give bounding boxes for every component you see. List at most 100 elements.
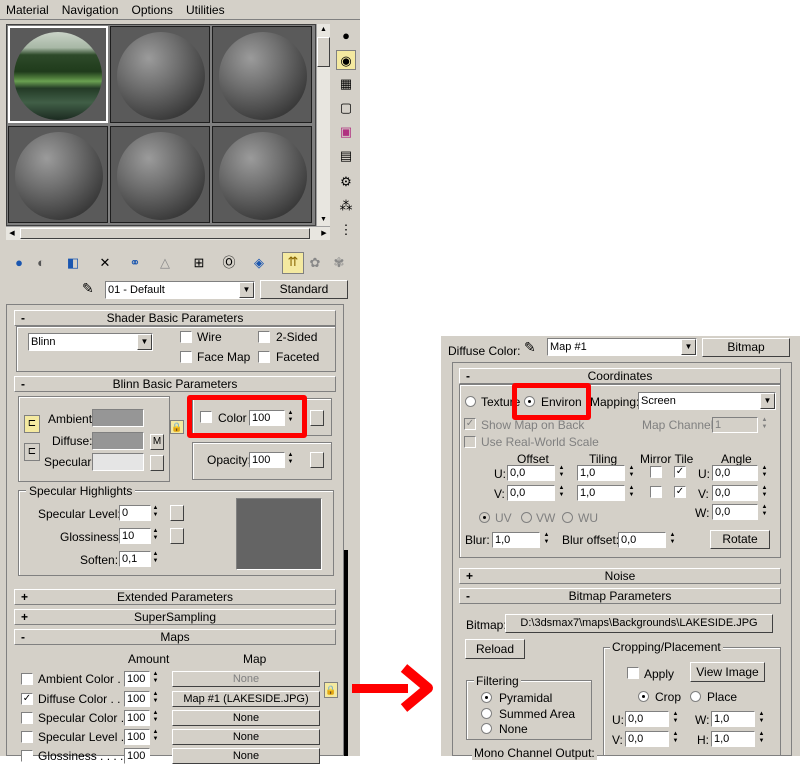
glossiness-map-button[interactable]: None [172,748,320,764]
specular-level-map-button[interactable] [170,505,184,521]
menu-material[interactable]: Material [0,0,53,17]
place-radio[interactable] [690,691,701,702]
sample-slot-5[interactable] [110,126,210,223]
crop-h-spinner[interactable]: ▲ ▼ [757,731,766,747]
specular-color-amount-spinner[interactable]: ▲ ▼ [151,710,160,726]
soften-spinner[interactable]: ▲ ▼ [151,551,160,567]
mirror-u-checkbox[interactable] [650,466,662,478]
specular-level-amount-spinner[interactable]: ▲ ▼ [151,729,160,745]
reload-button[interactable]: Reload [465,639,525,659]
angle-u-spinner[interactable]: ▲ ▼ [760,465,769,481]
specular-map-button[interactable] [150,455,164,471]
glossiness-map-checkbox[interactable] [21,750,33,762]
put-to-scene-icon[interactable]: ◐ [32,254,50,272]
offset-v-spinner[interactable]: ▲ ▼ [557,485,566,501]
maps-rollout-header[interactable]: - Maps [14,629,336,645]
apply-checkbox[interactable] [627,667,639,679]
angle-w-spinner[interactable]: ▲ ▼ [760,504,769,520]
lock-ambient-diffuse-icon[interactable]: ⊏ [24,415,40,433]
sample-slot-4[interactable] [8,126,108,223]
show-map-on-back-checkbox[interactable]: ✓ [464,418,476,430]
texture-radio[interactable] [465,396,476,407]
face-map-checkbox[interactable] [180,351,192,363]
scroll-up-arrow-icon[interactable]: ▲ [317,24,330,36]
reset-map-icon[interactable]: ✕ [96,254,114,272]
crop-u-value[interactable]: 0,0 [625,711,669,727]
blur-spinner[interactable]: ▲ ▼ [542,532,551,548]
sample-slot-6[interactable] [212,126,312,223]
ambient-map-button[interactable]: None [172,671,320,687]
specular-color-swatch[interactable] [92,453,144,471]
shader-basic-rollout-header[interactable]: - Shader Basic Parameters [14,310,336,326]
tiling-v-value[interactable]: 1,0 [577,485,625,501]
horizontal-scrollbar[interactable]: ◀ ▶ [6,226,330,240]
eyedropper-icon[interactable]: ✎ [82,280,94,297]
mapping-dropdown[interactable]: Screen ▼ [638,392,776,410]
crop-radio[interactable] [638,691,649,702]
opacity-value[interactable]: 100 [249,452,285,468]
lock-diffuse-specular-icon[interactable]: ⊏ [24,443,40,461]
map-type-button[interactable]: Bitmap [702,338,790,357]
opacity-spinner[interactable]: ▲ ▼ [286,452,295,468]
view-image-button[interactable]: View Image [690,662,765,682]
specular-level-map-checkbox[interactable] [21,731,33,743]
blur-offset-value[interactable]: 0,0 [618,532,666,548]
make-unique-icon[interactable]: ⚭ [126,254,144,272]
show-map-in-viewport-icon[interactable]: Ⓞ [220,254,238,272]
extended-parameters-rollout-header[interactable]: + Extended Parameters [14,589,336,605]
tiling-v-spinner[interactable]: ▲ ▼ [627,485,636,501]
tile-v-checkbox[interactable]: ✓ [674,486,686,498]
crop-h-value[interactable]: 1,0 [711,731,755,747]
options-icon[interactable]: ⚙ [336,172,356,192]
specular-level-map-slot-button[interactable]: None [172,729,320,745]
coordinates-rollout-header[interactable]: - Coordinates [459,368,781,384]
tile-u-checkbox[interactable]: ✓ [674,466,686,478]
chevron-down-icon[interactable]: ▼ [239,282,254,298]
assign-to-selection-icon[interactable]: ◧ [64,254,82,272]
backlight-icon[interactable]: ◉ [336,50,356,70]
background-checker-icon[interactable]: ▦ [336,74,356,94]
diffuse-amount-spinner[interactable]: ▲ ▼ [151,691,160,707]
glossiness-map-button[interactable] [170,528,184,544]
vertical-scrollbar[interactable]: ▲ ▼ [316,24,330,226]
tiling-u-value[interactable]: 1,0 [577,465,625,481]
mirror-v-checkbox[interactable] [650,486,662,498]
blinn-basic-rollout-header[interactable]: - Blinn Basic Parameters [14,376,336,392]
chevron-down-icon[interactable]: ▼ [681,339,696,355]
noise-rollout-header[interactable]: + Noise [459,568,781,584]
specular-level-spinner[interactable]: ▲ ▼ [151,505,160,521]
crop-v-spinner[interactable]: ▲ ▼ [671,731,680,747]
rollout-scrollbar[interactable] [344,550,348,756]
summed-area-radio[interactable] [481,708,492,719]
blur-value[interactable]: 1,0 [492,532,540,548]
diffuse-color-swatch[interactable] [92,432,144,450]
go-forward-sibling-icon[interactable]: ✿ [306,254,324,272]
self-illum-map-button[interactable] [310,410,324,426]
material-name-dropdown[interactable]: 01 - Default ▼ [105,281,255,299]
diffuse-map-button[interactable]: M [150,434,164,450]
angle-u-value[interactable]: 0,0 [712,465,758,481]
angle-w-value[interactable]: 0,0 [712,504,758,520]
eyedropper-icon[interactable]: ✎ [524,339,536,356]
none-radio[interactable] [481,723,492,734]
diffuse-map-slot-button[interactable]: Map #1 (LAKESIDE.JPG) [172,691,320,707]
supersampling-rollout-header[interactable]: + SuperSampling [14,609,336,625]
scroll-thumb[interactable] [317,37,330,67]
ambient-amount-spinner[interactable]: ▲ ▼ [151,671,160,687]
specular-level-map-amount[interactable]: 100 [124,729,150,745]
material-map-navigator-icon[interactable]: ⋮ [336,220,356,240]
crop-u-spinner[interactable]: ▲ ▼ [671,711,680,727]
bitmap-path-button[interactable]: D:\3dsmax7\maps\Backgrounds\LAKESIDE.JPG [505,614,773,633]
soften-value[interactable]: 0,1 [119,551,151,567]
offset-u-spinner[interactable]: ▲ ▼ [557,465,566,481]
crop-v-value[interactable]: 0,0 [625,731,669,747]
ambient-map-checkbox[interactable] [21,673,33,685]
sample-uv-tiling-icon[interactable]: ▢ [336,98,356,118]
sample-type-icon[interactable]: ● [336,26,356,46]
angle-v-spinner[interactable]: ▲ ▼ [760,485,769,501]
go-to-parent-icon[interactable]: ⇈ [282,252,304,274]
specular-color-map-amount[interactable]: 100 [124,710,150,726]
shader-dropdown[interactable]: Blinn ▼ [28,333,153,351]
select-by-material-icon[interactable]: ⁂ [336,196,356,216]
wire-checkbox[interactable] [180,331,192,343]
